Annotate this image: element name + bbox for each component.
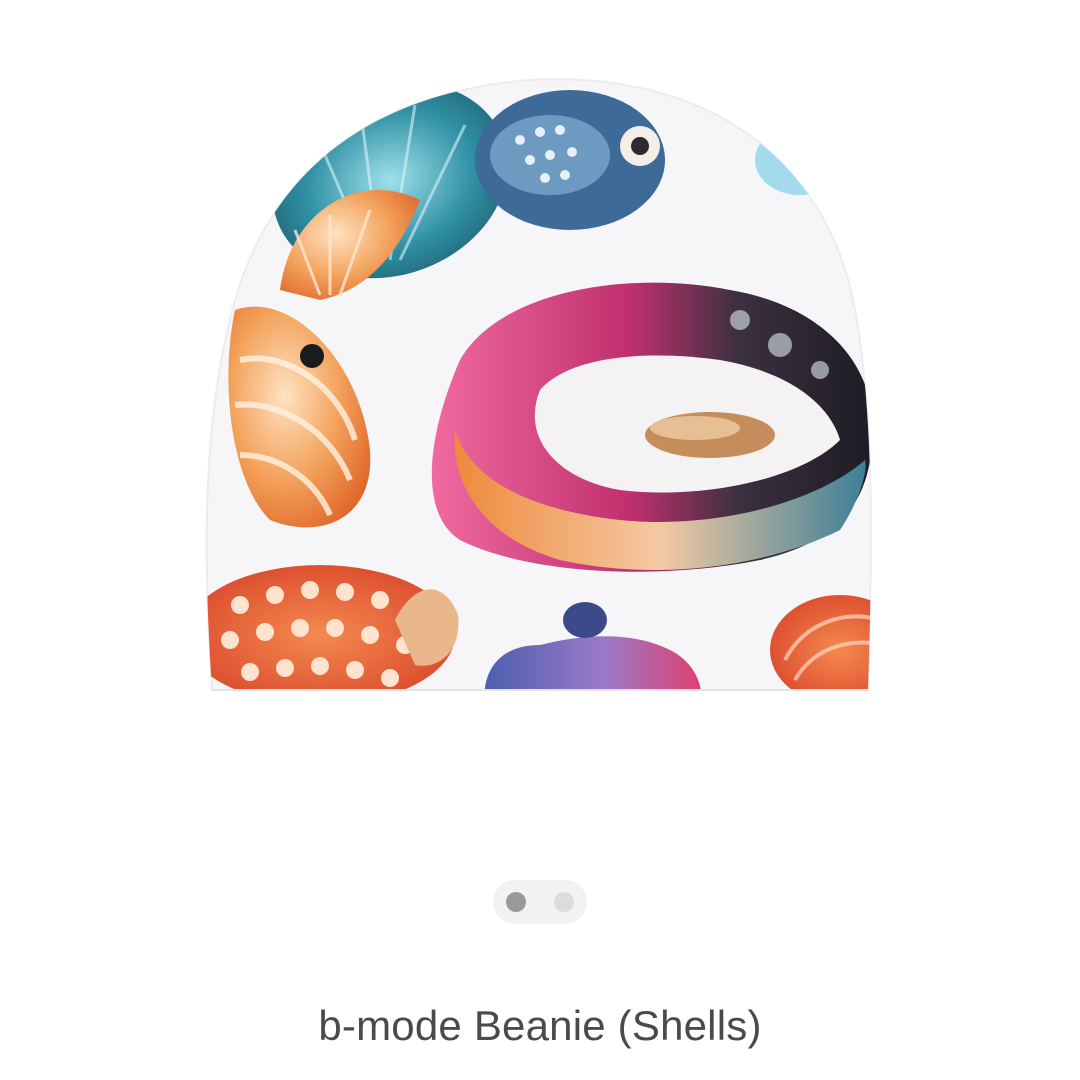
pagination-dot-active[interactable] <box>506 892 526 912</box>
gallery-pagination[interactable] <box>493 880 587 924</box>
product-title: b-mode Beanie (Shells) <box>318 1002 762 1049</box>
pagination-dot[interactable] <box>554 892 574 912</box>
product-page: b-mode Beanie (Shells) <box>0 0 1080 1080</box>
image-gallery[interactable] <box>0 0 1080 860</box>
product-image[interactable] <box>200 60 880 710</box>
